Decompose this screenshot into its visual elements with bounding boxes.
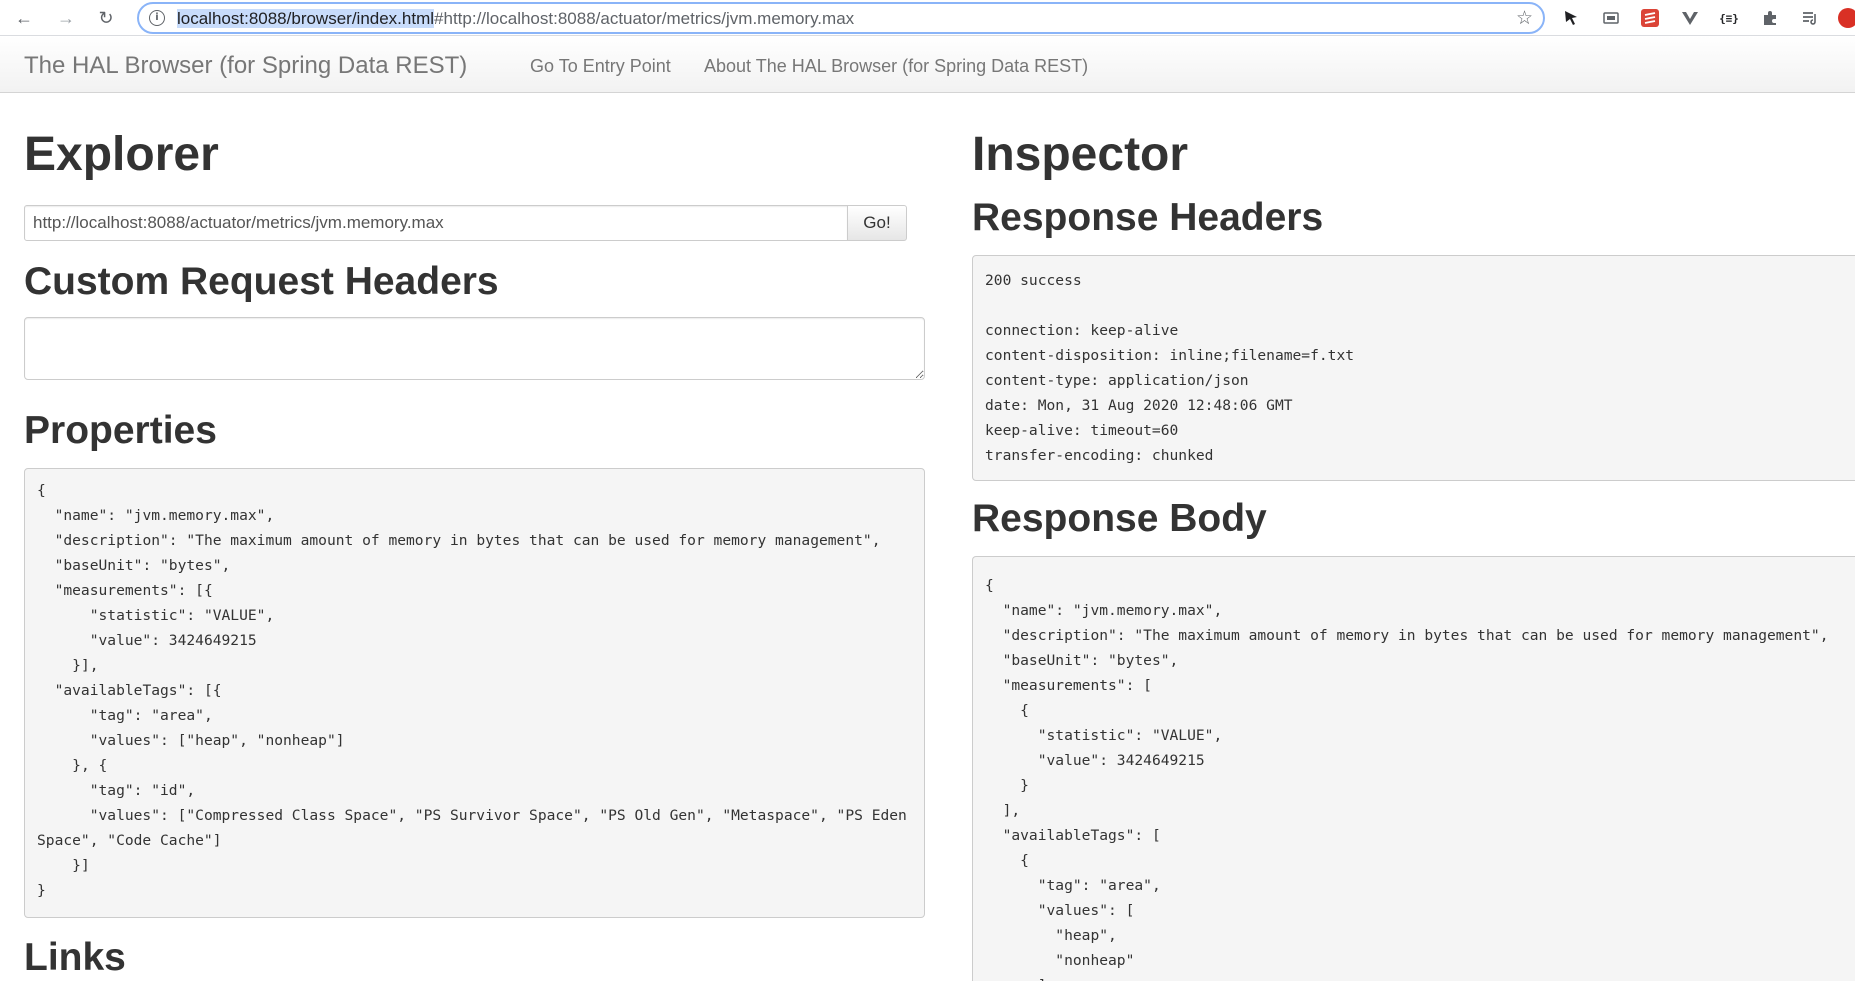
back-arrow-icon[interactable]: ← xyxy=(10,4,38,32)
url-fragment: #http://localhost:8088/actuator/metrics/… xyxy=(434,9,855,28)
response-headers-block: 200 success connection: keep-alive conte… xyxy=(972,255,1855,481)
explorer-url-input[interactable] xyxy=(24,205,848,241)
navbar-brand[interactable]: The HAL Browser (for Spring Data REST) xyxy=(24,52,467,80)
response-body-title: Response Body xyxy=(972,497,1267,540)
nav-entry-point-link[interactable]: Go To Entry Point xyxy=(530,56,671,77)
address-bar-url[interactable]: localhost:8088/browser/index.html#http:/… xyxy=(177,9,854,29)
inspector-title: Inspector xyxy=(972,128,1189,181)
response-headers-title: Response Headers xyxy=(972,196,1324,239)
url-highlighted: localhost:8088/browser/index.html xyxy=(177,9,435,28)
browser-toolbar: ← → ↻ i localhost:8088/browser/index.htm… xyxy=(0,0,1855,36)
vue-extension-icon[interactable] xyxy=(1680,8,1700,28)
custom-request-headers-title: Custom Request Headers xyxy=(24,260,499,303)
json-extension-icon[interactable]: {≡} xyxy=(1719,8,1739,28)
response-body-block: { "name": "jvm.memory.max", "description… xyxy=(972,556,1855,981)
custom-headers-textarea[interactable] xyxy=(24,317,925,380)
properties-json: { "name": "jvm.memory.max", "description… xyxy=(24,468,925,918)
puzzle-extension-icon[interactable] xyxy=(1760,8,1780,28)
screen-extension-icon[interactable] xyxy=(1601,8,1621,28)
stack-extension-icon[interactable] xyxy=(1640,8,1660,28)
forward-arrow-icon[interactable]: → xyxy=(52,4,80,32)
reload-icon[interactable]: ↻ xyxy=(92,4,120,32)
explorer-title: Explorer xyxy=(24,128,219,181)
profile-avatar[interactable] xyxy=(1838,8,1855,28)
go-button[interactable]: Go! xyxy=(847,205,907,241)
star-icon[interactable]: ☆ xyxy=(1516,7,1533,30)
info-icon[interactable]: i xyxy=(149,10,165,26)
properties-title: Properties xyxy=(24,409,217,452)
hal-navbar: The HAL Browser (for Spring Data REST) G… xyxy=(0,36,1855,93)
links-title: Links xyxy=(24,936,126,979)
nav-about-link[interactable]: About The HAL Browser (for Spring Data R… xyxy=(704,56,1088,77)
media-queue-icon[interactable] xyxy=(1800,8,1820,28)
address-bar[interactable]: i localhost:8088/browser/index.html#http… xyxy=(137,2,1545,34)
cursor-extension-icon[interactable] xyxy=(1562,8,1582,28)
